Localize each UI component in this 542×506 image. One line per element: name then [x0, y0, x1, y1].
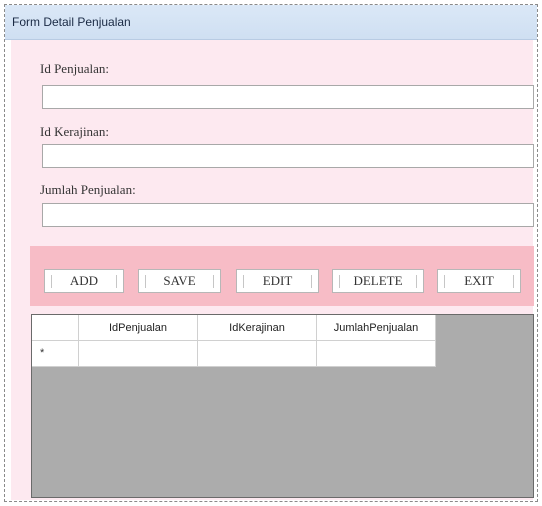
- form-body: Id Penjualan: Id Kerajinan: Jumlah Penju…: [11, 40, 534, 500]
- column-header-idkerajinan[interactable]: IdKerajinan: [198, 315, 317, 341]
- title-bar[interactable]: Form Detail Penjualan: [5, 5, 537, 40]
- window-title: Form Detail Penjualan: [12, 15, 131, 29]
- jumlah-penjualan-label: Jumlah Penjualan:: [40, 182, 136, 197]
- column-header-jumlahpenjualan[interactable]: JumlahPenjualan: [317, 315, 436, 341]
- data-grid[interactable]: IdPenjualan IdKerajinan JumlahPenjualan …: [31, 314, 534, 498]
- edit-button[interactable]: EDIT: [236, 269, 319, 293]
- id-kerajinan-input[interactable]: [42, 144, 534, 168]
- row-header-corner: [32, 315, 79, 341]
- id-kerajinan-label: Id Kerajinan:: [40, 124, 109, 139]
- save-button[interactable]: SAVE: [138, 269, 221, 293]
- new-row-cell-idpenjualan[interactable]: [79, 341, 198, 367]
- jumlah-penjualan-input[interactable]: [42, 203, 534, 227]
- new-row-marker: *: [40, 347, 45, 359]
- delete-button[interactable]: DELETE: [332, 269, 424, 293]
- form-window: Form Detail Penjualan Id Penjualan: Id K…: [4, 4, 538, 502]
- new-row-header[interactable]: *: [32, 341, 79, 367]
- new-row-cell-idkerajinan[interactable]: [198, 341, 317, 367]
- button-bar: ADD SAVE EDIT DELETE EXIT: [30, 246, 534, 306]
- id-penjualan-input[interactable]: [42, 85, 534, 109]
- new-row-cell-jumlahpenjualan[interactable]: [317, 341, 436, 367]
- add-button[interactable]: ADD: [44, 269, 124, 293]
- exit-button[interactable]: EXIT: [437, 269, 521, 293]
- id-penjualan-label: Id Penjualan:: [40, 61, 109, 76]
- column-header-idpenjualan[interactable]: IdPenjualan: [79, 315, 198, 341]
